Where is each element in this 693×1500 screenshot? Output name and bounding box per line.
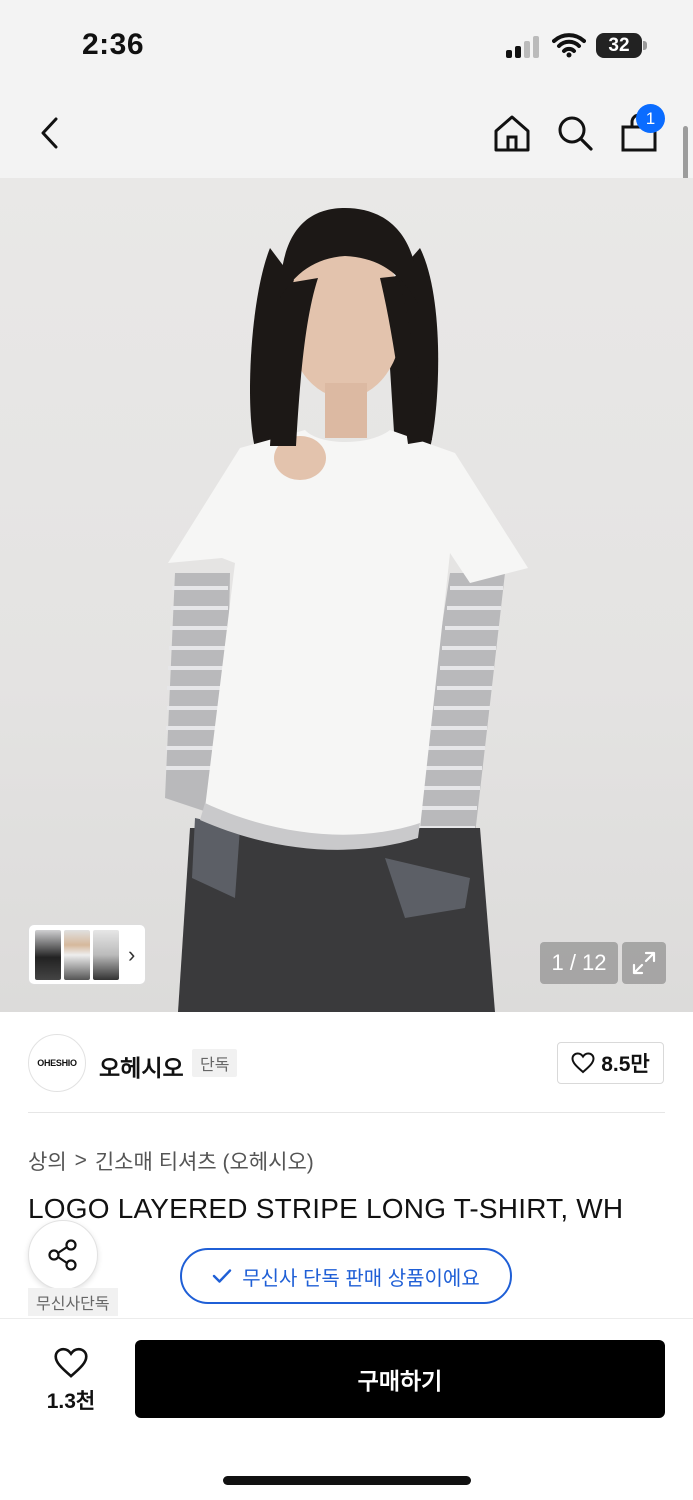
exclusive-notice-pill[interactable]: 무신사 단독 판매 상품이에요 [180,1248,512,1304]
exclusive-label: 무신사단독 [28,1288,118,1316]
product-title: LOGO LAYERED STRIPE LONG T-SHIRT, WH [28,1193,624,1224]
divider [28,1112,665,1113]
brand-like-count: 8.5만 [601,1053,650,1076]
breadcrumb-category[interactable]: 상의 [28,1146,67,1176]
breadcrumb: 상의 > 긴소매 티셔츠 (오헤시오) [28,1146,314,1176]
heart-icon [54,1347,88,1378]
thumbnail-image [35,929,61,980]
exclusive-tag: 단독 [192,1049,238,1077]
status-bar: 2:36 32 [0,0,693,90]
battery-indicator: 32 [596,33,642,58]
product-like-button[interactable]: 1.3천 [30,1344,112,1418]
home-icon [494,115,530,152]
home-button[interactable] [487,108,537,158]
share-button[interactable] [28,1220,98,1290]
thumbnail-image [64,929,90,980]
product-image[interactable] [0,178,693,1012]
battery-cap [643,41,647,50]
top-nav [0,90,693,178]
signal-icon [506,34,542,58]
buy-button[interactable]: 구매하기 [135,1340,665,1418]
image-page-counter: 1 / 12 [540,942,618,984]
product-like-count: 1.3천 [46,1390,96,1413]
breadcrumb-subcategory[interactable]: 긴소매 티셔츠 (오헤시오) [95,1146,314,1176]
brand-logo[interactable]: OHESHIO [28,1034,86,1092]
exclusive-notice-text: 무신사 단독 판매 상품이에요 [242,1267,480,1290]
home-indicator [223,1476,471,1485]
share-icon [48,1239,77,1271]
status-time: 2:36 [82,28,145,61]
check-icon [213,1269,232,1283]
expand-icon [632,951,656,975]
thumbnail-image [93,929,119,980]
brand-like-button[interactable]: 8.5만 [557,1042,664,1084]
chevron-left-icon [41,117,58,149]
back-button[interactable] [26,108,76,158]
breadcrumb-separator: > [74,1149,87,1172]
chevron-right-icon: › [128,941,136,967]
heart-icon [571,1052,595,1074]
product-photo-illustration [165,208,528,1012]
search-icon [558,116,593,151]
expand-image-button[interactable] [622,942,666,984]
thumbnail-strip[interactable]: › [28,924,146,985]
wifi-icon [552,32,586,58]
brand-name[interactable]: 오헤시오 [99,1049,184,1083]
search-button[interactable] [550,108,600,158]
cart-count-badge: 1 [636,104,665,133]
